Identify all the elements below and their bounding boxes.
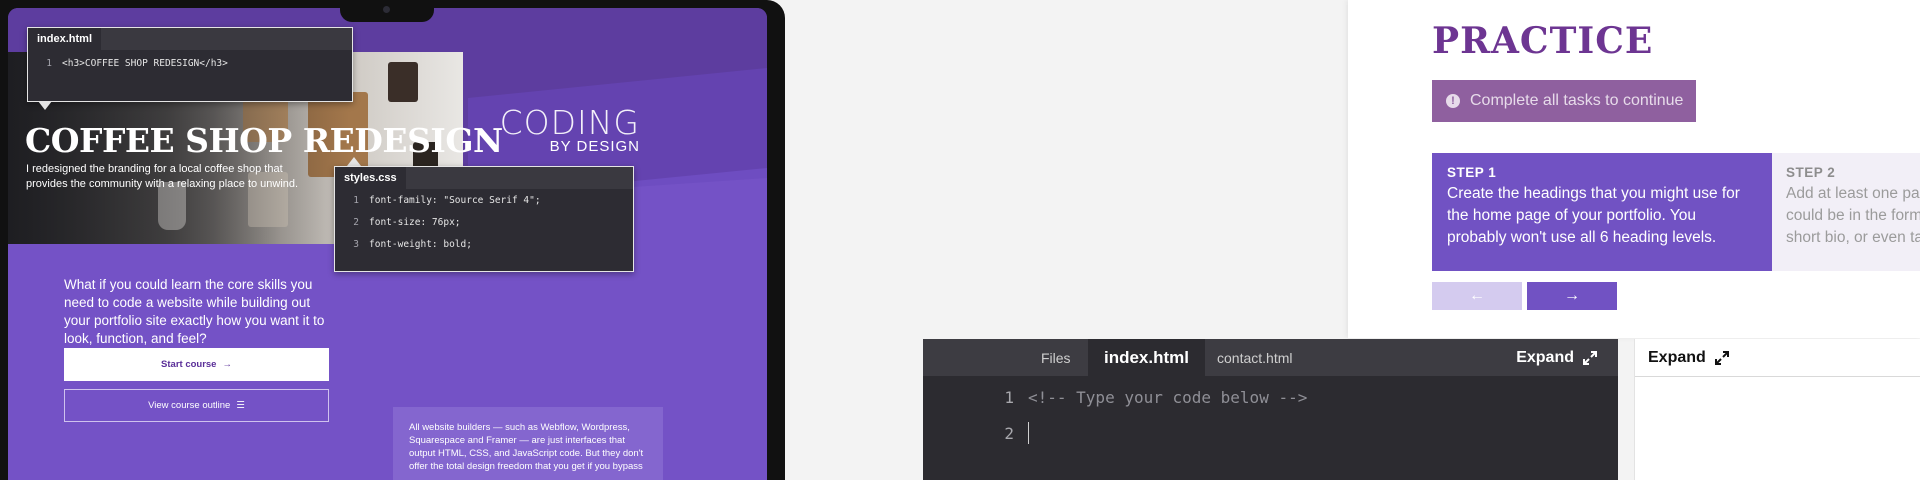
arrow-left-icon: ← [1469, 287, 1485, 304]
hero-title: COFFEE SHOP REDESIGN [25, 121, 503, 160]
list-icon: ☰ [236, 400, 245, 411]
preview-expand-label: Expand [1648, 348, 1706, 366]
arrow-right-icon: → [222, 359, 232, 370]
practice-title: PRACTICE [1432, 20, 1654, 62]
code-line: 1 font-family: "Source Serif 4"; [335, 189, 633, 211]
editor-line[interactable]: 2 [923, 415, 1618, 451]
step-text-line: short bio, or even ta [1786, 229, 1920, 246]
text-cursor [1028, 422, 1029, 444]
callout-pointer [38, 101, 52, 110]
line-number: 1 [1004, 387, 1014, 407]
brand-line-1: CODING [499, 103, 640, 142]
step-label: STEP 2 [1786, 165, 1836, 180]
code-editor: Files index.html contact.html Expand 1 <… [923, 339, 1618, 480]
stage: COFFEE SHOP REDESIGN I redesigned the br… [0, 0, 1920, 480]
course-pitch: What if you could learn the core skills … [64, 277, 325, 346]
task-alert-text: Complete all tasks to continue [1470, 92, 1684, 109]
view-outline-button[interactable]: View course outline ☰ [64, 389, 329, 422]
code-text: <!-- Type your code below --> [1028, 387, 1308, 407]
task-alert: ! Complete all tasks to continue [1432, 80, 1696, 122]
preview-pane: Expand [1634, 339, 1920, 480]
editor-expand-button[interactable]: Expand [1516, 339, 1598, 376]
info-card: All website builders — such as Webflow, … [393, 407, 663, 480]
code-text: font-family: "Source Serif 4"; [369, 194, 541, 206]
previous-step-button[interactable]: ← [1432, 282, 1522, 310]
editor-tab-bar: Files index.html contact.html Expand [923, 339, 1618, 376]
line-number: 3 [353, 238, 359, 250]
editor-line[interactable]: 1 <!-- Type your code below --> [923, 379, 1618, 415]
expand-icon [1714, 350, 1729, 365]
code-line: 1 <h3>COFFEE SHOP REDESIGN</h3> [28, 53, 352, 73]
line-number: 2 [1004, 423, 1014, 443]
code-text: font-weight: bold; [369, 238, 472, 250]
code-text: <h3>COFFEE SHOP REDESIGN</h3> [62, 57, 228, 69]
start-course-label: Start course [161, 359, 217, 370]
callout-pointer [347, 157, 361, 166]
view-outline-label: View course outline [148, 400, 231, 411]
step-text-line: could be in the form [1786, 207, 1920, 224]
step-text-line: Add at least one pa [1786, 185, 1920, 202]
step-text: Create the headings that you might use f… [1447, 185, 1740, 246]
step-1-card[interactable]: STEP 1 Create the headings that you migh… [1432, 153, 1772, 271]
tab-contact-html[interactable]: contact.html [1217, 339, 1292, 376]
line-number: 1 [353, 194, 359, 206]
tab-index-html[interactable]: index.html [1088, 339, 1205, 376]
preview-expand-button[interactable]: Expand [1635, 339, 1920, 377]
code-text: font-size: 76px; [369, 216, 461, 228]
hero-subtitle: I redesigned the branding for a local co… [26, 163, 299, 190]
step-2-card[interactable]: STEP 2 Add at least one pa could be in t… [1772, 153, 1920, 271]
html-code-panel: index.html 1 <h3>COFFEE SHOP REDESIGN</h… [27, 27, 353, 102]
laptop-frame: COFFEE SHOP REDESIGN I redesigned the br… [0, 0, 785, 480]
css-code-panel: styles.css 1 font-family: "Source Serif … [334, 166, 634, 272]
code-line: 2 font-size: 76px; [335, 211, 633, 233]
exclamation-icon: ! [1446, 94, 1460, 108]
step-label: STEP 1 [1447, 165, 1497, 180]
code-line: 3 font-weight: bold; [335, 233, 633, 255]
line-number: 2 [353, 216, 359, 228]
css-panel-tab: styles.css [335, 167, 406, 189]
expand-icon [1583, 350, 1597, 365]
arrow-right-icon: → [1564, 287, 1580, 304]
laptop-screen: COFFEE SHOP REDESIGN I redesigned the br… [8, 8, 767, 480]
html-panel-tab: index.html [28, 28, 102, 50]
practice-panel: PRACTICE ! Complete all tasks to continu… [1348, 0, 1920, 338]
next-step-button[interactable]: → [1527, 282, 1617, 310]
start-course-button[interactable]: Start course → [64, 348, 329, 381]
tab-files[interactable]: Files [1041, 339, 1071, 376]
camera-icon [383, 6, 390, 13]
laptop-notch [340, 0, 434, 22]
line-number: 1 [46, 57, 52, 69]
editor-expand-label: Expand [1516, 348, 1574, 366]
brand-logo: CODING BY DESIGN [490, 103, 640, 156]
